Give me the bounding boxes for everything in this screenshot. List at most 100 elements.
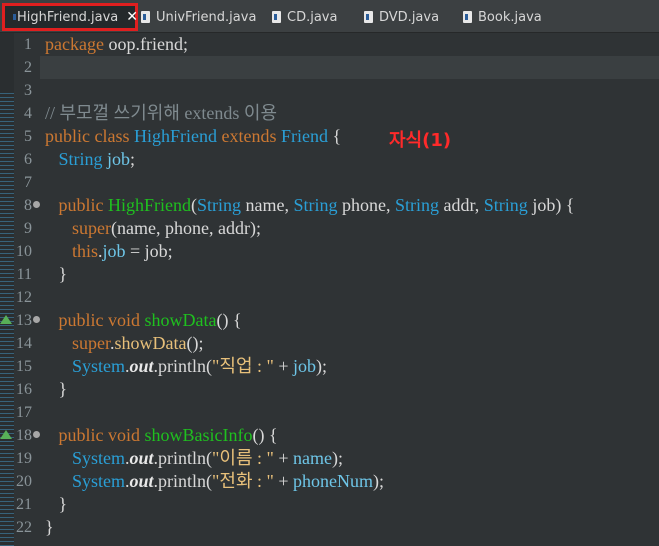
code-token: );	[373, 471, 385, 491]
code-token: String	[58, 149, 103, 169]
code-line-11[interactable]: 11 }	[0, 263, 659, 286]
tab-highfriend[interactable]: HighFriend.java ✕	[2, 3, 138, 31]
code-token: super	[72, 333, 110, 353]
code-line-7[interactable]: 7	[0, 171, 659, 194]
tab-univfriend[interactable]: UnivFriend.java	[141, 4, 256, 30]
line-number: 6	[24, 151, 32, 168]
tab-dvd[interactable]: DVD.java	[364, 4, 439, 30]
code-line-15[interactable]: 15 System.out.println("직업 : " + job);	[0, 355, 659, 378]
code-token: String	[197, 195, 242, 215]
tab-label: UnivFriend.java	[156, 9, 257, 25]
code-token: }	[45, 517, 54, 537]
code-token: ;	[130, 149, 136, 169]
code-token: public void	[58, 425, 145, 445]
annotation-label: 자식(1)	[389, 130, 452, 151]
code-token: .println(	[153, 356, 213, 376]
code-token: String	[293, 195, 338, 215]
code-token: +	[273, 356, 294, 376]
code-text: System.out.println("이름 : " + name);	[45, 447, 343, 470]
close-icon[interactable]: ✕	[126, 9, 138, 25]
line-number: 2	[24, 59, 32, 76]
code-token: out	[129, 471, 154, 491]
code-line-13[interactable]: 13 public void showData() {	[0, 309, 659, 332]
code-token: out	[129, 448, 154, 468]
code-token: }	[45, 494, 68, 514]
code-token: public	[58, 195, 108, 215]
fold-toggle-icon[interactable]	[33, 316, 40, 323]
java-file-icon	[272, 11, 281, 23]
code-token: String	[395, 195, 440, 215]
code-line-18[interactable]: 18 public void showBasicInfo() {	[0, 424, 659, 447]
code-token: out	[129, 356, 154, 376]
fold-toggle-icon[interactable]	[33, 201, 40, 208]
code-line-22[interactable]: 22}	[0, 516, 659, 539]
code-token: showData	[144, 310, 217, 330]
line-number: 9	[24, 220, 32, 237]
code-line-12[interactable]: 12	[0, 286, 659, 309]
code-text: }	[45, 378, 68, 401]
code-line-5[interactable]: 5 public class HighFriend extends Friend …	[0, 125, 659, 148]
java-file-icon	[463, 11, 472, 23]
code-token: name	[293, 448, 332, 468]
code-line-17[interactable]: 17	[0, 401, 659, 424]
code-line-2[interactable]: 2	[0, 56, 659, 79]
code-line-4[interactable]: 4 // 부모껄 쓰기위해 extends 이용	[0, 102, 659, 125]
tab-label: DVD.java	[379, 9, 440, 25]
code-token: oop.friend;	[103, 34, 188, 54]
code-line-21[interactable]: 21 }	[0, 493, 659, 516]
tab-cd[interactable]: CD.java	[272, 4, 337, 30]
line-number: 15	[16, 358, 32, 375]
code-line-14[interactable]: 14 super.showData();	[0, 332, 659, 355]
code-line-10[interactable]: 10 this.job = job;	[0, 240, 659, 263]
code-token: "이름 : "	[212, 448, 274, 468]
code-line-1[interactable]: 1 package oop.friend;	[0, 33, 659, 56]
code-token: "직업 : "	[212, 356, 274, 376]
code-text: public HighFriend(String name, String ph…	[45, 194, 575, 217]
code-token: () {	[252, 425, 278, 445]
code-line-9[interactable]: 9 super(name, phone, addr);	[0, 217, 659, 240]
tab-label: Book.java	[478, 9, 542, 25]
code-token: this	[72, 241, 99, 261]
code-text: super.showData();	[45, 332, 203, 355]
code-token: public void	[58, 310, 145, 330]
code-token: super	[72, 218, 111, 238]
line-number: 10	[16, 243, 32, 260]
code-token: );	[316, 356, 328, 376]
code-token: .println(	[153, 448, 213, 468]
code-line-3[interactable]: 3	[0, 79, 659, 102]
line-number: 3	[24, 82, 32, 99]
code-line-16[interactable]: 16 }	[0, 378, 659, 401]
code-token: Friend	[280, 126, 328, 146]
code-line-6[interactable]: 6 String job;	[0, 148, 659, 171]
line-number: 14	[16, 335, 32, 352]
code-token: // 부모껄 쓰기위해 extends 이용	[45, 103, 278, 123]
tab-book[interactable]: Book.java	[463, 4, 542, 30]
code-token: job	[102, 241, 126, 261]
code-editor[interactable]: 1 package oop.friend; 2 3 4 // 부모껄 쓰기위해 exten…	[0, 33, 659, 546]
line-number: 12	[16, 289, 32, 306]
code-line-19[interactable]: 19 System.out.println("이름 : " + name);	[0, 447, 659, 470]
editor-tab-bar: HighFriend.java ✕ UnivFriend.java CD.jav…	[0, 0, 659, 33]
code-token: HighFriend	[133, 126, 217, 146]
java-file-icon	[364, 11, 373, 23]
code-token: name,	[241, 195, 294, 215]
fold-toggle-icon[interactable]	[33, 431, 40, 438]
line-number: 18	[16, 427, 32, 444]
line-number: 7	[24, 174, 32, 191]
code-line-20[interactable]: 20 System.out.println("전화 : " + phoneNum…	[0, 470, 659, 493]
code-line-8[interactable]: 8 public HighFriend(String name, String …	[0, 194, 659, 217]
code-text: System.out.println("직업 : " + job);	[45, 355, 327, 378]
line-number: 17	[16, 404, 32, 421]
line-number: 21	[16, 496, 32, 513]
code-token: }	[45, 264, 68, 284]
code-text: System.out.println("전화 : " + phoneNum);	[45, 470, 384, 493]
code-token: System	[72, 448, 126, 468]
code-token: +	[273, 471, 294, 491]
code-token: phoneNum	[293, 471, 374, 491]
